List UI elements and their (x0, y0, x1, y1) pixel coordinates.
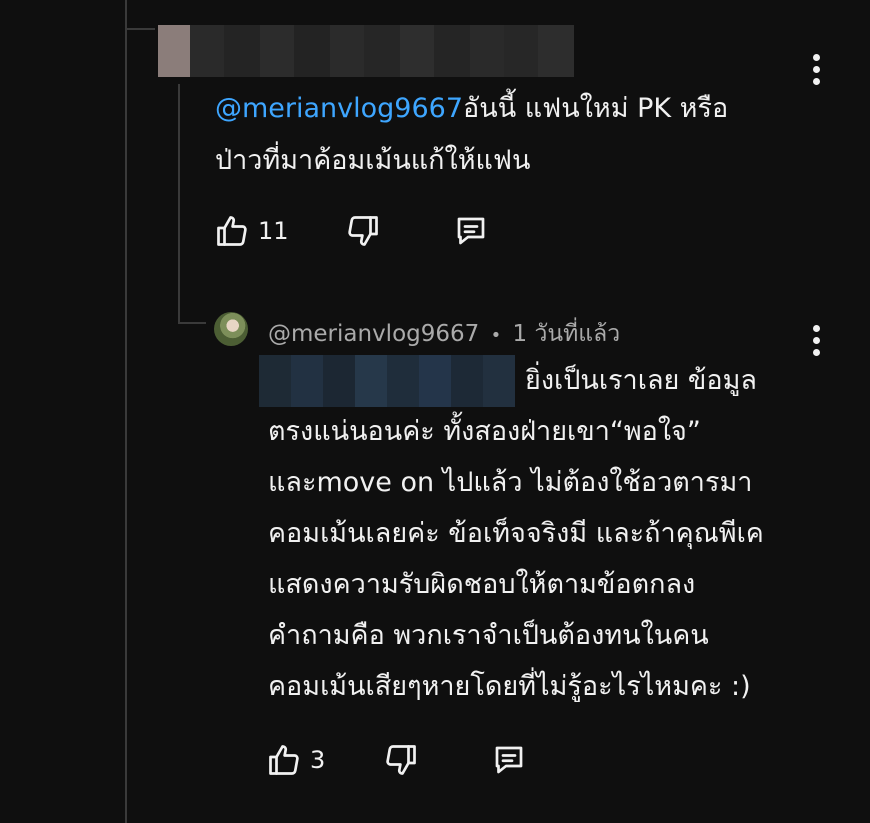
parent-comment-line-2: ป่าวที่มาค้อมเม้นแก้ให้แฟน (215, 145, 531, 176)
reply-line-5: แสดงความรับผิดชอบให้ตามข้อตกลง (268, 569, 696, 600)
like-button[interactable]: 3 (266, 742, 325, 778)
reply-button[interactable] (453, 213, 489, 249)
reply-line-2: ตรงแน่นอนค่ะ ทั้งสองฝ่ายเขา“พอใจ” (268, 416, 701, 447)
reply-actions: 3 (266, 742, 527, 778)
meta-separator: • (490, 325, 502, 346)
outer-thread-branch (125, 28, 155, 30)
reply-line-3: และmove on ไปแล้ว ไม่ต้องใช้อวตารมา (268, 467, 753, 498)
reply-author[interactable]: @merianvlog9667 (268, 321, 479, 347)
reply-icon (495, 746, 523, 774)
inner-thread-line (178, 84, 180, 324)
reply-button[interactable] (491, 742, 527, 778)
redacted-parent-author (158, 25, 574, 77)
thumbs-up-icon (269, 745, 299, 775)
inner-thread-branch (178, 322, 206, 324)
avatar[interactable] (214, 312, 248, 346)
reply-meta: @merianvlog9667 • 1 วันที่แล้ว (268, 316, 620, 352)
reply-time[interactable]: 1 วันที่แล้ว (513, 321, 621, 347)
thumbs-up-icon (217, 216, 247, 246)
reply-icon (457, 217, 484, 245)
parent-comment-line-1: @merianvlog9667อันนี้ แฟนใหม่ PK หรือ (215, 83, 728, 135)
reply-line-1: ยิ่งเป็นเราเลย ข้อมูล (525, 365, 757, 396)
thumbs-down-icon (386, 745, 417, 775)
redacted-mention (259, 355, 515, 407)
like-count: 11 (258, 217, 289, 245)
dislike-button[interactable] (383, 742, 419, 778)
parent-comment-actions: 11 (214, 213, 489, 249)
outer-thread-line (125, 0, 127, 823)
thumbs-down-icon (347, 216, 378, 246)
like-count: 3 (310, 746, 326, 774)
more-vert-icon[interactable] (812, 325, 820, 356)
reply-line-7: คอมเม้นเสียๆหายโดยที่ไม่รู้อะไรไหมคะ :) (268, 671, 751, 702)
mention-link[interactable]: @merianvlog9667 (215, 93, 463, 124)
dislike-button[interactable] (345, 213, 381, 249)
reply-line-6: คำถามคือ พวกเราจำเป็นต้องทนในคน (268, 620, 709, 651)
reply-line-4: คอมเม้นเลยค่ะ ข้อเท็จจริงมี และถ้าคุณพีเ… (268, 518, 764, 549)
parent-comment-text: อันนี้ แฟนใหม่ PK หรือ (463, 93, 729, 124)
like-button[interactable]: 11 (214, 213, 289, 249)
more-vert-icon[interactable] (812, 54, 820, 85)
